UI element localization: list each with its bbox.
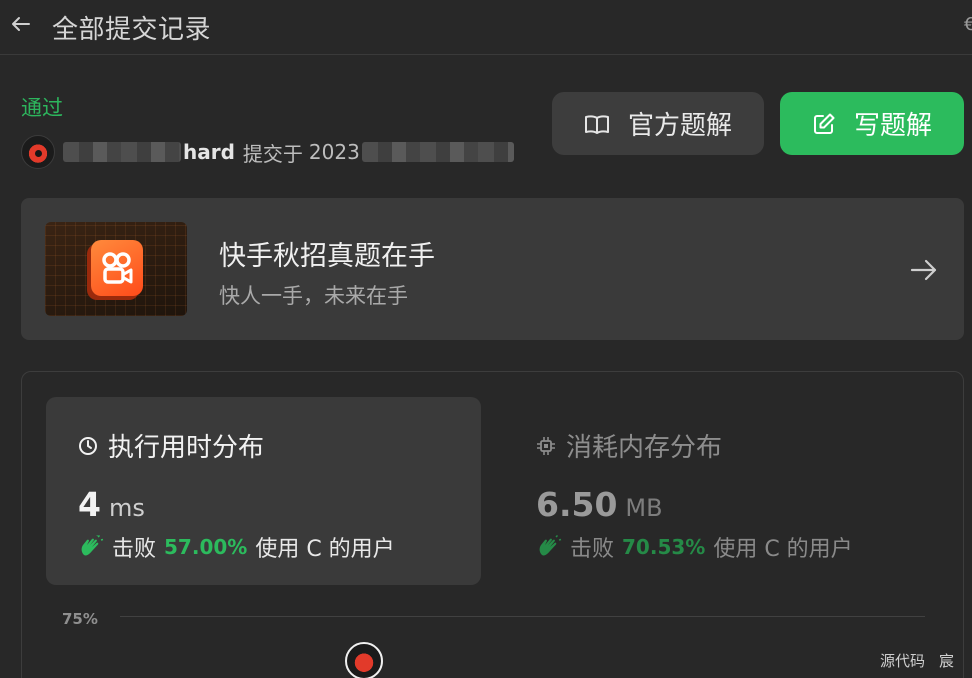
redacted-date [361, 142, 514, 162]
banner-title: 快手秋招真题在手 [219, 241, 435, 272]
memory-beat: 击败 70.53% 使用 C 的用户 [536, 531, 853, 563]
memory-heading: 消耗内存分布 [536, 427, 722, 464]
chip-icon [537, 436, 555, 455]
runtime-stat[interactable]: 执行用时分布 4 ms 击败 57.00% 使用 C 的用户 [46, 397, 481, 585]
status-label: 通过 [21, 96, 63, 120]
chart-axis-tick: 75% [62, 610, 98, 628]
banner-subtitle: 快人一手，未来在手 [219, 284, 408, 308]
chart-user-marker[interactable] [345, 642, 383, 678]
submission-page: 全部提交记录 € 通过 hard 提交于 2023 官方题解 写题解 快手秋招真… [0, 0, 972, 678]
book-icon [584, 114, 609, 134]
write-solution-button[interactable]: 写题解 [780, 92, 964, 155]
redacted-username [63, 142, 181, 162]
bottom-tabs: 源代码 宸 [876, 650, 959, 674]
runtime-beat-tail: 使用 C 的用户 [255, 537, 395, 562]
submit-date: 2023 [308, 140, 360, 164]
memory-title: 消耗内存分布 [566, 433, 723, 463]
chart-gridline [120, 616, 925, 617]
stats-card: 执行用时分布 4 ms 击败 57.00% 使用 C 的用户 消耗内存分布 6.… [21, 371, 964, 678]
tab-partial[interactable]: 宸 [939, 650, 954, 674]
memory-value: 6.50 MB [536, 485, 663, 524]
edge-glyph: € [964, 14, 972, 35]
runtime-number: 4 [78, 485, 101, 524]
runtime-value: 4 ms [78, 485, 145, 524]
kuaishou-logo-icon [91, 240, 143, 296]
clock-icon [79, 436, 97, 455]
runtime-unit: ms [108, 494, 145, 522]
clap-icon [539, 535, 562, 556]
official-solution-label: 官方题解 [627, 111, 732, 141]
arrow-left-icon[interactable] [8, 11, 34, 37]
memory-stat[interactable]: 消耗内存分布 6.50 MB 击败 70.53% 使用 C 的用户 [512, 397, 947, 585]
top-bar: 全部提交记录 € [0, 0, 972, 55]
runtime-beat-word: 击败 [112, 537, 157, 562]
banner-thumbnail [45, 222, 187, 316]
write-solution-label: 写题解 [853, 111, 932, 141]
memory-unit: MB [625, 494, 663, 522]
official-solution-button[interactable]: 官方题解 [552, 92, 764, 155]
memory-beat-tail: 使用 C 的用户 [713, 537, 853, 562]
submission-meta: hard 提交于 2023 [21, 134, 514, 170]
username[interactable]: hard [183, 140, 235, 164]
arrow-right-icon [910, 259, 937, 281]
memory-number: 6.50 [536, 485, 618, 524]
memory-beat-percent: 70.53% [622, 535, 706, 559]
avatar[interactable] [21, 135, 55, 169]
promo-banner[interactable]: 快手秋招真题在手 快人一手，未来在手 [21, 198, 964, 340]
runtime-title: 执行用时分布 [108, 433, 265, 463]
submitted-label: 提交于 [242, 141, 303, 166]
edit-icon [813, 113, 835, 134]
memory-beat-word: 击败 [570, 537, 615, 562]
clap-icon [81, 535, 104, 556]
runtime-beat: 击败 57.00% 使用 C 的用户 [78, 531, 395, 563]
tab-source-code[interactable]: 源代码 [880, 650, 925, 674]
runtime-heading: 执行用时分布 [78, 427, 264, 464]
runtime-beat-percent: 57.00% [164, 535, 248, 559]
page-title: 全部提交记录 [52, 15, 212, 45]
